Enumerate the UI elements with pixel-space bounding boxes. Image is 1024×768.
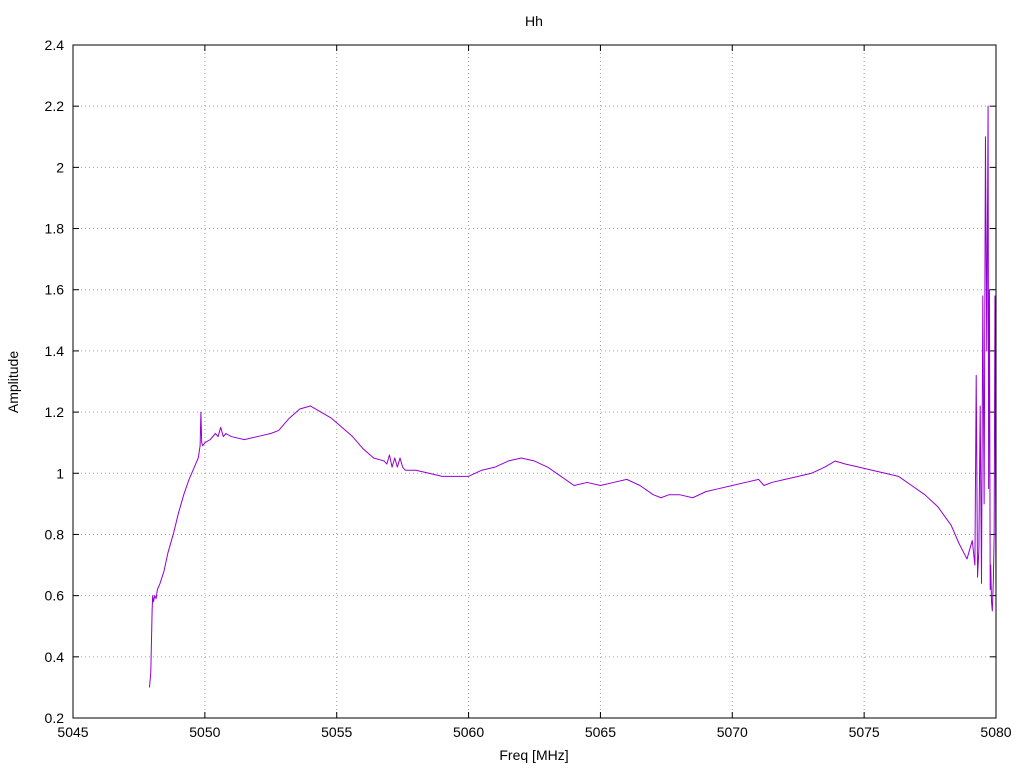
plot-frame [72,44,997,719]
gridlines [73,45,996,718]
x-tick-label: 5070 [717,724,748,740]
axis-ticks [72,44,997,719]
y-tick-label: 2.4 [45,37,65,53]
y-tick-label: 2.2 [45,98,65,114]
y-tick-label: 1.8 [45,221,65,237]
x-tick-label: 5055 [321,724,352,740]
y-tick-label: 0.2 [45,710,65,726]
series-layer [148,105,997,688]
x-tick-label: 5065 [585,724,616,740]
x-tick-label: 5060 [453,724,484,740]
x-tick-label: 5050 [189,724,220,740]
y-tick-label: 0.4 [45,649,65,665]
y-tick-label: 0.6 [45,588,65,604]
chart-title: Hh [525,13,543,29]
series-line [148,105,997,688]
y-tick-label: 1 [56,465,64,481]
y-tick-label: 1.6 [45,282,65,298]
y-tick-label: 1.2 [45,404,65,420]
tick-labels: 5045 5050 5055 5060 5065 5070 5075 5080 0.2 0.4 0.… [45,37,1012,740]
x-tick-label: 5045 [57,724,88,740]
y-tick-label: 2 [56,159,64,175]
x-axis-title: Freq [MHz] [499,747,568,763]
y-tick-label: 1.4 [45,343,65,359]
line-chart: Hh 5045 5050 5055 5060 5065 5070 5075 5080 0.2 0.… [5,13,1012,763]
y-axis-title: Amplitude [5,351,21,413]
x-tick-label: 5075 [849,724,880,740]
y-tick-label: 0.8 [45,526,65,542]
x-tick-label: 5080 [980,724,1011,740]
